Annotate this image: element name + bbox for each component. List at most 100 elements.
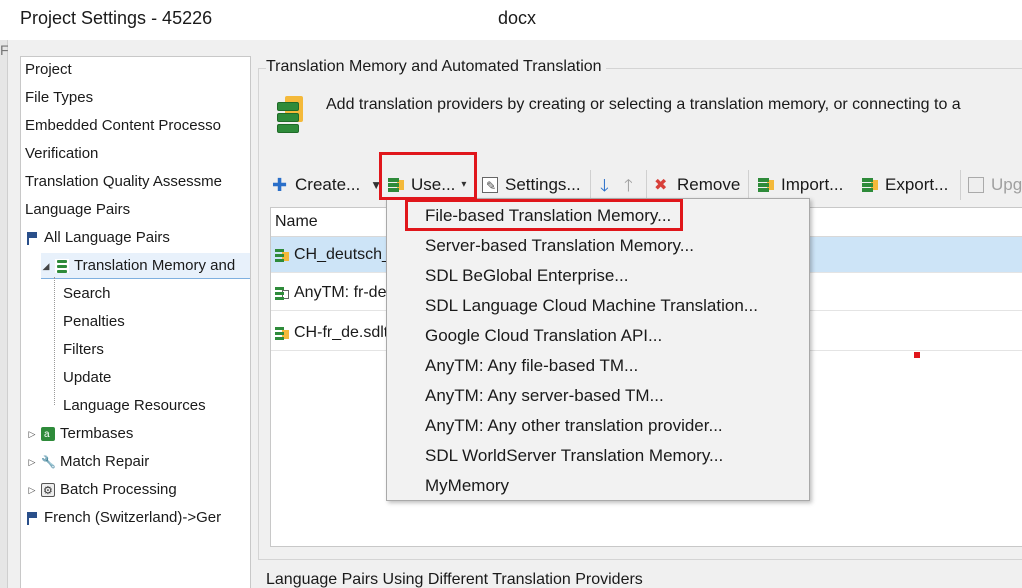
export-icon xyxy=(862,177,878,193)
menu-item-server-based-tm[interactable]: Server-based Translation Memory... xyxy=(388,231,808,261)
red-marker xyxy=(914,352,920,358)
tree-guide-line xyxy=(54,277,55,405)
translation-memory-icon xyxy=(55,259,69,273)
use-dropdown-menu[interactable]: File-based Translation Memory... Server-… xyxy=(386,198,810,501)
row-name: CH_deutsch_ xyxy=(294,245,391,263)
menu-item-anytm-other[interactable]: AnyTM: Any other translation provider... xyxy=(388,411,808,441)
remove-button[interactable]: Remove xyxy=(654,172,741,199)
file-based-tm-highlight xyxy=(405,199,683,231)
background-window-char: F xyxy=(0,42,9,58)
upgrade-button[interactable]: Upg xyxy=(968,172,1022,198)
nav-item-verification[interactable]: Verification xyxy=(25,141,98,167)
nav-item-batch-processing[interactable]: ▷ Batch Processing xyxy=(27,477,177,504)
nav-item-label: Language Pairs xyxy=(25,201,131,218)
move-down-button[interactable] xyxy=(600,172,623,199)
nav-item-french-switzerland[interactable]: French (Switzerland)->Ger xyxy=(25,505,221,531)
menu-item-mymemory[interactable]: MyMemory xyxy=(388,471,808,501)
remove-label: Remove xyxy=(677,175,741,194)
nav-item-match-repair[interactable]: ▷ Match Repair xyxy=(27,449,150,475)
nav-item-embedded-content[interactable]: Embedded Content Processo xyxy=(25,113,221,139)
nav-item-all-language-pairs[interactable]: All Language Pairs xyxy=(25,225,170,251)
nav-item-label: All Language Pairs xyxy=(44,229,170,246)
nav-item-tqa[interactable]: Translation Quality Assessme xyxy=(25,169,222,195)
nav-item-language-resources[interactable]: Language Resources xyxy=(63,393,206,419)
background-window-edge: F xyxy=(0,40,9,588)
arrow-down-icon xyxy=(600,173,616,199)
toolbar-separator xyxy=(646,170,647,200)
nav-item-label: File Types xyxy=(25,89,94,106)
anytm-row-icon xyxy=(275,286,289,300)
move-up-button[interactable] xyxy=(624,172,647,199)
import-button[interactable]: Import... xyxy=(758,172,843,198)
nav-item-label: Verification xyxy=(25,145,99,162)
window-titlebar: Project Settings - 45226 docx xyxy=(0,0,1022,40)
nav-item-label: Penalties xyxy=(63,313,125,330)
database-icon xyxy=(275,96,303,138)
nav-item-label: Match Repair xyxy=(60,453,150,470)
menu-item-anytm-server[interactable]: AnyTM: Any server-based TM... xyxy=(388,381,808,411)
nav-item-language-pairs[interactable]: Language Pairs xyxy=(25,197,130,223)
toolbar-separator xyxy=(748,170,749,200)
wrench-icon xyxy=(41,449,56,475)
window-title-suffix: docx xyxy=(498,8,537,28)
collapse-icon[interactable]: ◢ xyxy=(41,253,51,279)
batch-gear-icon xyxy=(41,478,55,504)
nav-item-label: Termbases xyxy=(60,425,134,442)
upgrade-icon xyxy=(968,177,984,193)
expand-icon[interactable]: ▷ xyxy=(27,477,37,503)
nav-item-label: Language Resources xyxy=(63,397,206,414)
import-icon xyxy=(758,177,774,193)
nav-item-penalties[interactable]: Penalties xyxy=(63,309,125,335)
expand-icon[interactable]: ▷ xyxy=(27,449,37,475)
nav-item-label: Translation Memory and xyxy=(74,257,236,274)
column-header-name[interactable]: Name xyxy=(275,213,318,231)
remove-x-icon xyxy=(654,173,670,199)
language-pairs-group-title: Language Pairs Using Different Translati… xyxy=(266,571,647,588)
use-button-highlight xyxy=(379,152,477,200)
nav-item-label: Project xyxy=(25,61,72,78)
import-label: Import... xyxy=(781,175,844,194)
nav-item-label: Filters xyxy=(63,341,104,358)
nav-item-project[interactable]: Project xyxy=(25,57,72,83)
toolbar-separator xyxy=(590,170,591,200)
settings-icon xyxy=(482,173,498,199)
settings-button[interactable]: Settings... xyxy=(482,172,581,199)
row-name: CH-fr_de.sdlt xyxy=(294,323,389,341)
create-label: Create... xyxy=(295,175,361,194)
termbase-icon xyxy=(41,422,55,448)
menu-item-anytm-file[interactable]: AnyTM: Any file-based TM... xyxy=(388,351,808,381)
menu-item-language-cloud-mt[interactable]: SDL Language Cloud Machine Translation..… xyxy=(388,291,808,321)
settings-label: Settings... xyxy=(505,175,581,194)
nav-item-label: Translation Quality Assessme xyxy=(25,173,223,190)
nav-item-label: Search xyxy=(63,285,111,302)
expand-icon[interactable]: ▷ xyxy=(27,421,37,447)
nav-item-termbases[interactable]: ▷ Termbases xyxy=(27,421,134,448)
tm-row-icon xyxy=(275,248,289,262)
nav-item-translation-memory[interactable]: ◢ Translation Memory and xyxy=(41,253,250,279)
arrow-up-icon xyxy=(624,173,640,199)
export-label: Export... xyxy=(885,175,949,194)
row-name: AnyTM: fr-de xyxy=(294,283,387,301)
flag-icon xyxy=(25,231,39,245)
menu-item-worldserver[interactable]: SDL WorldServer Translation Memory... xyxy=(388,441,808,471)
settings-navigation-tree[interactable]: Project File Types Embedded Content Proc… xyxy=(20,56,251,588)
toolbar-separator xyxy=(960,170,961,200)
group-title: Translation Memory and Automated Transla… xyxy=(266,58,606,76)
nav-item-search[interactable]: Search xyxy=(63,281,111,307)
nav-item-filters[interactable]: Filters xyxy=(63,337,104,363)
nav-item-label: Update xyxy=(63,369,112,386)
menu-item-google-cloud[interactable]: Google Cloud Translation API... xyxy=(388,321,808,351)
flag-icon xyxy=(25,511,39,525)
tm-row-icon xyxy=(275,326,289,340)
window-title: Project Settings - 45226 xyxy=(20,8,213,28)
menu-item-beglobal[interactable]: SDL BeGlobal Enterprise... xyxy=(388,261,808,291)
upgrade-label: Upg xyxy=(991,175,1022,194)
export-button[interactable]: Export... xyxy=(862,172,948,198)
nav-item-update[interactable]: Update xyxy=(63,365,111,391)
nav-item-label: Embedded Content Processo xyxy=(25,117,221,134)
nav-item-label: Batch Processing xyxy=(60,481,177,498)
group-description: Add translation providers by creating or… xyxy=(326,96,961,113)
create-button[interactable]: Create... ▼ xyxy=(272,172,382,198)
nav-item-label: French (Switzerland)->Ger xyxy=(44,509,222,526)
nav-item-file-types[interactable]: File Types xyxy=(25,85,93,111)
